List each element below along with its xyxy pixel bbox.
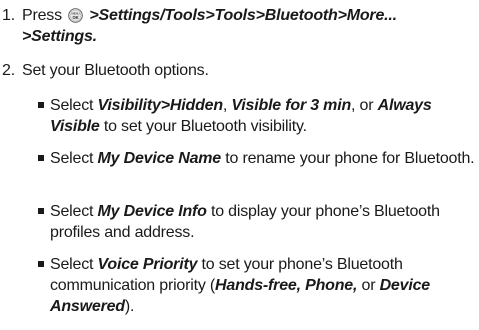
bullet-text: Select Voice Priority to set your phone’… [50, 254, 475, 317]
option-my-device-info: My Device Info [97, 203, 207, 220]
step-number: 1. [2, 7, 15, 24]
bullet-marker [38, 155, 44, 161]
option-my-device-name: My Device Name [97, 150, 222, 167]
bullet-text: Select My Device Info to display your ph… [50, 201, 475, 243]
bullet-text: Select My Device Name to rename your pho… [50, 148, 475, 169]
bullet-suffix: to rename your phone for Bluetooth. [221, 150, 475, 167]
bullet-prefix: Select [50, 150, 98, 167]
option-hands-free-phone: Hands-free, Phone, [215, 277, 358, 294]
bullet-suffix: to set your Bluetooth visibility. [99, 118, 307, 135]
option-voice-priority: Voice Priority [97, 256, 198, 273]
bullet-text: Select Visibility>Hidden, Visible for 3 … [50, 95, 475, 137]
bullet-marker [38, 208, 44, 214]
step-prefix: Press [22, 7, 62, 24]
step-text: Set your Bluetooth options. [22, 62, 209, 79]
menu-path-end: >Settings. [22, 28, 97, 45]
bullet-end: ). [124, 298, 135, 315]
menu-ok-key-icon: MENU OK [68, 8, 83, 23]
step-number: 2. [2, 62, 15, 79]
key-label-bottom: OK [73, 15, 79, 20]
step-text: Press MENU OK >Settings/Tools>Tools>Blue… [22, 5, 474, 47]
path-separator: > [160, 97, 170, 114]
separator: or [357, 277, 380, 294]
option-visibility: Visibility [97, 97, 161, 114]
option-hidden: Hidden [169, 97, 223, 114]
menu-path: >Settings/Tools>Tools>Bluetooth>More... [89, 7, 397, 24]
bullet-prefix: Select [50, 203, 98, 220]
bullet-prefix: Select [50, 97, 98, 114]
bullet-marker [38, 261, 44, 267]
bullet-prefix: Select [50, 256, 98, 273]
bullet-marker [38, 102, 44, 108]
instruction-page: 1. Press MENU OK >Settings/Tools>Tools>B… [0, 0, 479, 330]
separator: , or [351, 97, 378, 114]
option-visible-3min: Visible for 3 min [231, 97, 352, 114]
